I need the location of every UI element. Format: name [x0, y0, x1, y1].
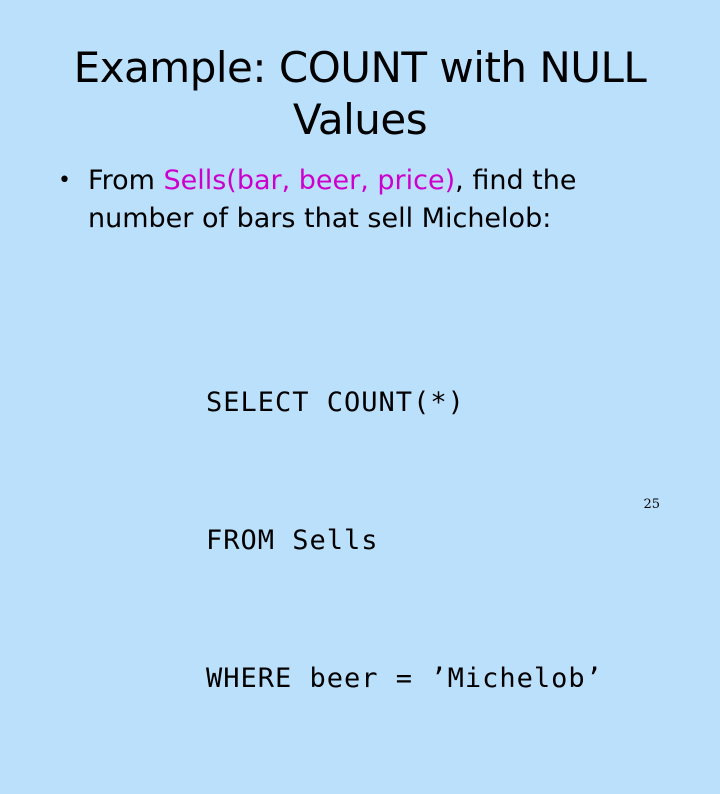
- title-line-1: Example: COUNT with NULL: [73, 43, 647, 92]
- page-number: 25: [643, 497, 660, 512]
- code-line-from: FROM Sells: [206, 525, 379, 556]
- code-line-select: SELECT COUNT(*): [206, 387, 465, 418]
- slide-title: Example: COUNT with NULL Values: [60, 42, 660, 146]
- bullet-item: • From Sells(bar, beer, price), find the…: [58, 162, 678, 238]
- code-line-where: WHERE beer = ’Michelob’: [206, 663, 603, 694]
- relation-schema-highlight: Sells(bar, beer, price): [163, 165, 456, 196]
- bullet-marker: •: [58, 168, 71, 193]
- bullet-text-pre: From: [88, 165, 164, 196]
- bullet-text-line-2: number of bars that sell Michelob:: [88, 203, 552, 234]
- slide: Example: COUNT with NULL Values • From S…: [0, 0, 720, 694]
- sql-code-block: SELECT COUNT(*) FROM Sells WHERE beer = …: [206, 288, 603, 794]
- bullet-text-post: , find the: [455, 165, 577, 196]
- bullet-text: From Sells(bar, beer, price), find the nu…: [88, 162, 678, 238]
- title-line-2: Values: [292, 95, 428, 144]
